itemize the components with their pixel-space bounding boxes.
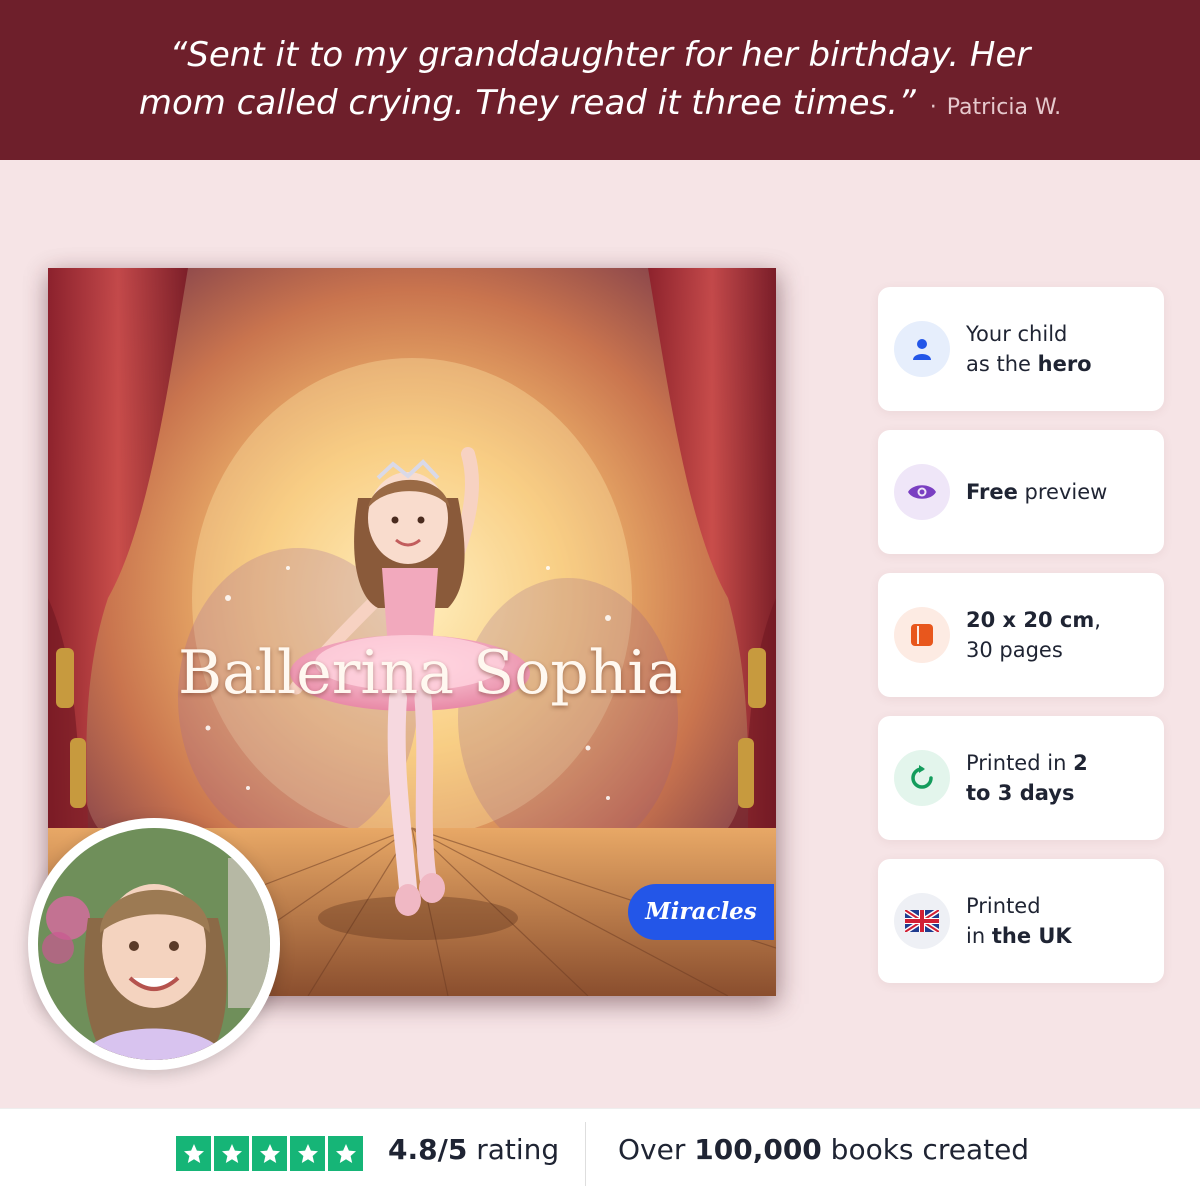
- testimonial-banner: “Sent it to my granddaughter for her bir…: [0, 0, 1200, 160]
- feature-uk-bold: the UK: [991, 924, 1072, 948]
- testimonial-author: Patricia W.: [946, 95, 1062, 120]
- feature-hero-text: Your child as the hero: [966, 287, 1092, 411]
- feature-preview-rest: preview: [1017, 480, 1108, 504]
- feature-size-text: 20 x 20 cm, 30 pages: [966, 573, 1101, 697]
- feature-card-uk: Printed in the UK: [878, 859, 1164, 983]
- star-icon: [290, 1136, 325, 1171]
- feature-size-line1: 20 x 20 cm,: [966, 605, 1101, 635]
- eye-icon: [894, 464, 950, 520]
- person-icon: [894, 321, 950, 377]
- feature-uk-line2: in the UK: [966, 921, 1072, 951]
- feature-uk-mid: in: [966, 924, 992, 948]
- rating-label: rating: [467, 1133, 560, 1166]
- star-icon: [214, 1136, 249, 1171]
- book-title: Ballerina Sophia: [178, 638, 683, 708]
- feature-card-preview: Free preview: [878, 430, 1164, 554]
- books-created-post: books created: [821, 1133, 1030, 1166]
- books-created-pre: Over: [618, 1133, 695, 1166]
- feature-preview-text: Free preview: [966, 430, 1107, 554]
- refresh-icon: [894, 750, 950, 806]
- child-photo-illustration: [38, 828, 270, 1060]
- feature-print-time-text: Printed in 2 to 3 days: [966, 716, 1088, 840]
- star-icon: [252, 1136, 287, 1171]
- feature-uk-text: Printed in the UK: [966, 859, 1072, 983]
- books-created-text: Over 100,000 books created: [618, 1133, 1029, 1166]
- testimonial-quote-text: mom called crying. They read it three ti…: [138, 83, 916, 123]
- child-photo: [38, 828, 270, 1060]
- testimonial-quote-line1: “Sent it to my granddaughter for her bir…: [169, 35, 1031, 75]
- feature-preview-bold: Free: [966, 480, 1018, 504]
- feature-size-bold: 20 x 20 cm: [966, 608, 1095, 632]
- feature-print-time-bold2: to 3 days: [966, 781, 1075, 805]
- feature-card-hero: Your child as the hero: [878, 287, 1164, 411]
- feature-card-size: 20 x 20 cm, 30 pages: [878, 573, 1164, 697]
- testimonial-attribution: · Patricia W.: [930, 95, 1061, 120]
- star-rating: [176, 1136, 363, 1171]
- feature-preview-line: Free preview: [966, 477, 1107, 507]
- feature-size-line2: 30 pages: [966, 638, 1063, 662]
- feature-size-comma: ,: [1094, 608, 1101, 632]
- rating-value: 4.8/5: [388, 1133, 468, 1166]
- testimonial-quote-line2: mom called crying. They read it three ti…: [0, 78, 1200, 133]
- book-icon: [894, 607, 950, 663]
- feature-uk-line1: Printed: [966, 894, 1041, 918]
- feature-hero-mid: as the: [966, 352, 1038, 376]
- feature-print-time-pre: Printed in: [966, 751, 1074, 775]
- brand-badge: Miracles: [628, 884, 774, 940]
- star-icon: [176, 1136, 211, 1171]
- books-created-count: 100,000: [694, 1133, 822, 1166]
- separator-dot: ·: [929, 95, 937, 120]
- star-icon: [328, 1136, 363, 1171]
- feature-hero-line2: as the hero: [966, 349, 1092, 379]
- uk-flag-icon: [894, 893, 950, 949]
- feature-card-print-time: Printed in 2 to 3 days: [878, 716, 1164, 840]
- feature-hero-bold: hero: [1037, 352, 1092, 376]
- feature-print-time-bold1: 2: [1073, 751, 1088, 775]
- rating-text: 4.8/5 rating: [388, 1133, 559, 1166]
- feature-print-time-line1: Printed in 2: [966, 748, 1088, 778]
- feature-hero-line1: Your child: [966, 322, 1068, 346]
- footer-divider: [585, 1122, 586, 1186]
